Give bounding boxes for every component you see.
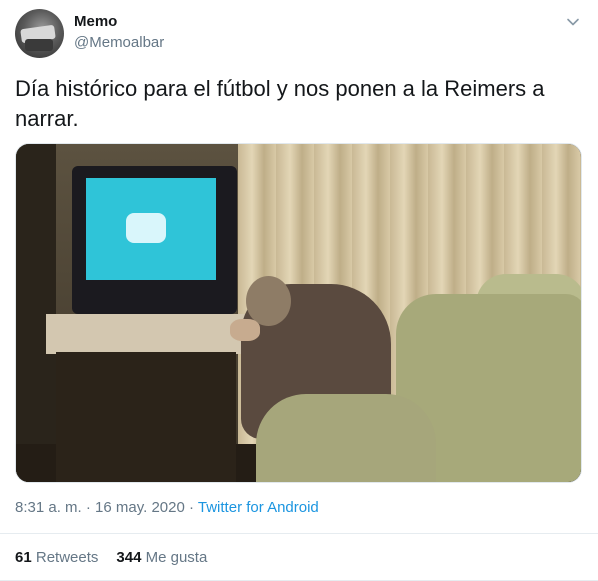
tweet-stats-row: 61 Retweets 344 Me gusta bbox=[15, 549, 207, 566]
likes-label: Me gusta bbox=[145, 549, 208, 566]
chevron-down-icon[interactable] bbox=[565, 14, 581, 30]
media-scene-cabinet bbox=[56, 352, 236, 482]
meta-separator: · bbox=[184, 499, 198, 516]
author-handle[interactable]: @Memoalbar bbox=[74, 34, 164, 51]
likes-stat[interactable]: 344 Me gusta bbox=[116, 549, 207, 566]
likes-count: 344 bbox=[116, 549, 142, 566]
tweet-text: Día histórico para el fútbol y nos ponen… bbox=[15, 76, 545, 131]
tweet-time[interactable]: 8:31 a. m. bbox=[15, 499, 82, 516]
tweet-date[interactable]: 16 may. 2020 bbox=[95, 499, 185, 516]
author-name[interactable]: Memo bbox=[74, 13, 117, 30]
media-scene-player bbox=[126, 213, 166, 243]
media-scene-armchair bbox=[256, 394, 436, 482]
tweet-timestamp-row: 8:31 a. m. · 16 may. 2020 · Twitter for … bbox=[15, 499, 319, 516]
media-scene-hands bbox=[230, 319, 260, 341]
tweet-media-video[interactable] bbox=[15, 143, 582, 483]
retweets-label: Retweets bbox=[35, 549, 99, 566]
media-scene-tv-screen bbox=[86, 178, 216, 280]
retweets-count: 61 bbox=[15, 549, 32, 566]
media-scene-tv-stand bbox=[46, 314, 246, 354]
tweet-source-link[interactable]: Twitter for Android bbox=[198, 499, 319, 516]
meta-separator: · bbox=[81, 499, 96, 516]
tweet-card: Memo @Memoalbar Día histórico para el fú… bbox=[0, 0, 598, 581]
avatar[interactable] bbox=[15, 9, 64, 58]
media-scene-head bbox=[246, 276, 291, 326]
retweets-stat[interactable]: 61 Retweets bbox=[15, 549, 98, 566]
divider bbox=[0, 533, 598, 534]
avatar-detail bbox=[25, 39, 53, 51]
